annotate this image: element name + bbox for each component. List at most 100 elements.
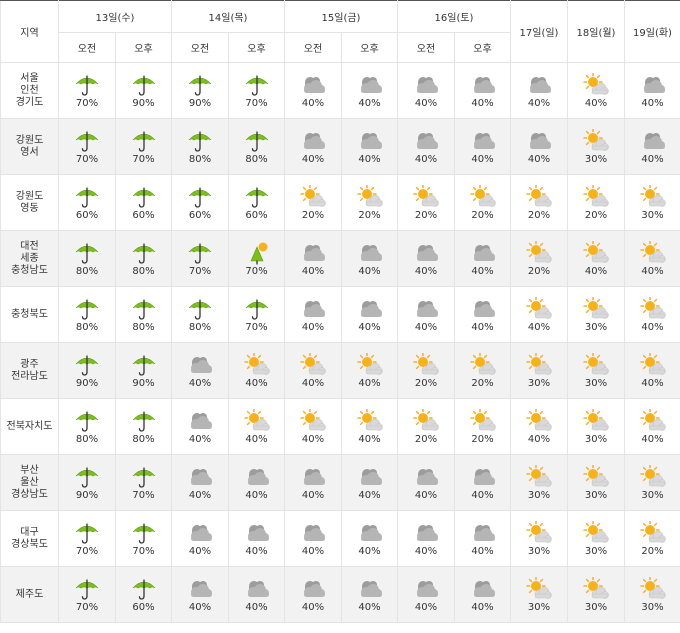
day-header: 14일(목) <box>171 0 285 33</box>
precip-probability: 30% <box>584 490 608 501</box>
forecast-cell: 40% <box>228 454 285 511</box>
cloud-icon <box>243 465 271 489</box>
precip-probability: 30% <box>641 490 664 501</box>
cloud-icon <box>299 73 327 97</box>
region-header: 지역 <box>0 0 59 63</box>
precip-probability: 40% <box>414 602 438 613</box>
precip-probability: 80% <box>75 266 99 277</box>
forecast-cell: 40% <box>397 286 455 343</box>
precip-probability: 40% <box>358 154 381 165</box>
forecast-cell: 70% <box>58 510 116 567</box>
forecast-cell: 30% <box>624 174 680 231</box>
forecast-cell: 40% <box>510 118 568 175</box>
sun-cloud-icon <box>469 408 497 433</box>
forecast-cell: 30% <box>567 286 625 343</box>
precip-probability: 30% <box>641 210 664 221</box>
precip-probability: 40% <box>527 154 551 165</box>
precip-probability: 40% <box>245 602 268 613</box>
sun-cloud-icon <box>412 184 440 209</box>
sun-cloud-icon <box>525 296 553 321</box>
forecast-cell: 40% <box>284 230 342 287</box>
day-header: 18일(월) <box>567 0 625 63</box>
region-cell: 강원도 영서 <box>0 118 59 175</box>
sun-cloud-icon <box>469 352 497 377</box>
forecast-cell: 60% <box>115 174 172 231</box>
pm-header: 오후 <box>454 32 511 63</box>
umbrella-icon <box>73 409 101 433</box>
weekly-forecast-table: 지역 13일(수) 14일(목) 15일(금) 16일(토) 17일(일) 18… <box>0 0 680 623</box>
forecast-cell: 80% <box>228 118 285 175</box>
precip-probability: 40% <box>301 154 325 165</box>
precip-probability: 90% <box>132 98 155 109</box>
region-cell: 부산 울산 경상남도 <box>0 454 59 511</box>
umbrella-icon <box>130 353 158 377</box>
precip-probability: 40% <box>358 434 381 445</box>
forecast-cell: 30% <box>567 510 625 567</box>
forecast-cell: 40% <box>397 454 455 511</box>
day-header: 19일(화) <box>624 0 680 63</box>
umbrella-icon <box>130 409 158 433</box>
sun-cloud-icon <box>356 408 384 433</box>
umbrella-icon <box>130 73 158 97</box>
cloud-icon <box>525 73 553 97</box>
precip-probability: 30% <box>527 490 551 501</box>
precip-probability: 40% <box>641 378 664 389</box>
region-name: 광주 <box>20 358 39 370</box>
precip-probability: 60% <box>245 210 268 221</box>
cloud-icon <box>299 577 327 601</box>
sun-cloud-icon <box>582 576 610 601</box>
sun-cloud-icon <box>582 464 610 489</box>
sun-cloud-icon <box>525 408 553 433</box>
sun-cloud-icon <box>299 408 327 433</box>
umbrella-icon <box>73 129 101 153</box>
precip-probability: 20% <box>641 546 664 557</box>
forecast-cell: 20% <box>567 174 625 231</box>
precip-probability: 90% <box>132 378 155 389</box>
forecast-cell: 40% <box>284 62 342 119</box>
forecast-cell: 40% <box>341 342 398 399</box>
region-name: 강원도 <box>15 190 44 202</box>
forecast-cell: 40% <box>341 454 398 511</box>
forecast-cell: 40% <box>454 118 511 175</box>
precip-probability: 20% <box>414 210 438 221</box>
precip-probability: 20% <box>471 210 494 221</box>
am-header: 오전 <box>58 32 116 63</box>
region-cell: 광주 전라남도 <box>0 342 59 399</box>
region-name: 전북자치도 <box>6 420 53 432</box>
sun-cloud-icon <box>639 240 667 265</box>
sun-cloud-icon <box>639 352 667 377</box>
precip-probability: 80% <box>132 322 155 333</box>
forecast-cell: 80% <box>171 118 229 175</box>
sun-cloud-icon <box>412 352 440 377</box>
precip-probability: 40% <box>301 546 325 557</box>
precip-probability: 30% <box>641 602 664 613</box>
umbrella-sun-icon <box>243 241 271 265</box>
forecast-cell: 70% <box>115 454 172 511</box>
cloud-icon <box>356 465 384 489</box>
region-cell: 전북자치도 <box>0 398 59 455</box>
cloud-icon <box>356 577 384 601</box>
pm-header: 오후 <box>341 32 398 63</box>
sun-cloud-icon <box>299 184 327 209</box>
cloud-icon <box>639 73 667 97</box>
forecast-cell: 40% <box>624 398 680 455</box>
sun-cloud-icon <box>243 352 271 377</box>
precip-probability: 70% <box>132 154 155 165</box>
forecast-cell: 40% <box>228 342 285 399</box>
precip-probability: 80% <box>132 266 155 277</box>
precip-probability: 30% <box>527 378 551 389</box>
precip-probability: 40% <box>414 322 438 333</box>
pm-header: 오후 <box>115 32 172 63</box>
precip-probability: 30% <box>584 322 608 333</box>
sun-cloud-icon <box>525 240 553 265</box>
region-name: 강원도 <box>15 134 44 146</box>
region-cell: 서울 인천 경기도 <box>0 62 59 119</box>
forecast-cell: 30% <box>624 566 680 623</box>
precip-probability: 40% <box>188 602 212 613</box>
forecast-cell: 30% <box>567 398 625 455</box>
region-name: 서울 <box>20 72 39 84</box>
precip-probability: 60% <box>132 602 155 613</box>
umbrella-icon <box>130 521 158 545</box>
precip-probability: 40% <box>641 434 664 445</box>
umbrella-icon <box>243 297 271 321</box>
